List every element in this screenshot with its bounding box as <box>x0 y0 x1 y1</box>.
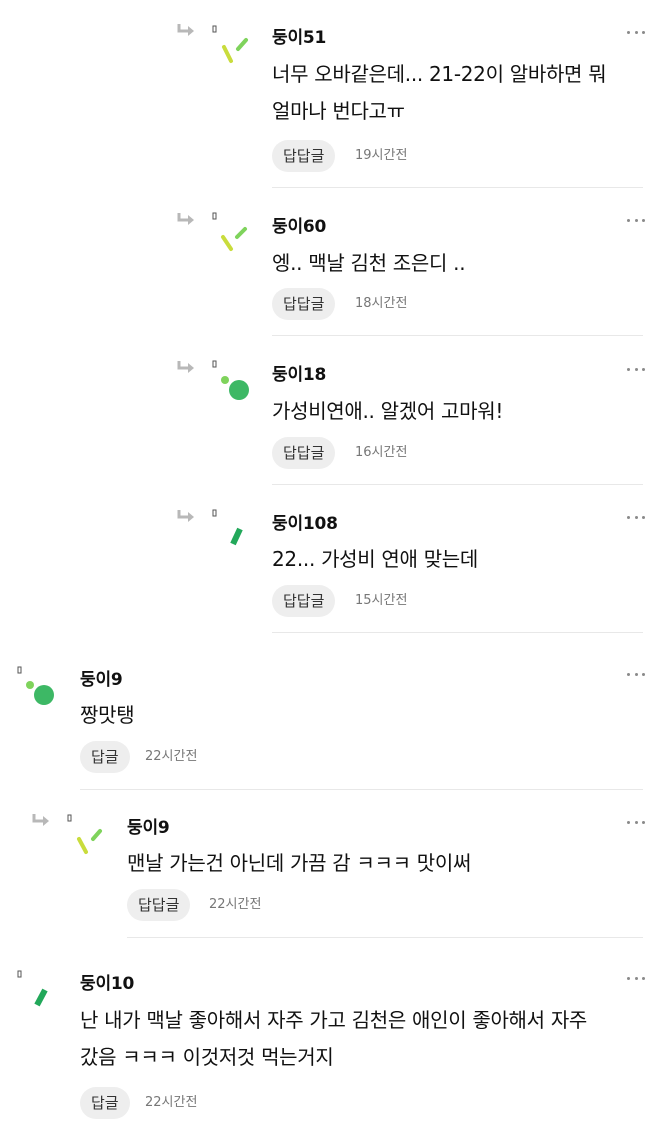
more-options-icon[interactable] <box>627 365 645 373</box>
timestamp: 16시간전 <box>355 445 408 460</box>
comment-text: 맨날 가는건 아닌데 가끔 감 ㅋㅋㅋ 맛이써 <box>127 851 472 875</box>
commenter-name[interactable]: 둥이18 <box>272 360 326 385</box>
more-options-icon[interactable] <box>627 216 645 224</box>
more-options-icon[interactable] <box>627 818 645 826</box>
reply-button[interactable]: 답답글 <box>272 437 336 469</box>
commenter-name[interactable]: 둥이60 <box>272 212 326 237</box>
divider <box>127 937 643 938</box>
timestamp: 22시간전 <box>145 1095 198 1110</box>
reply-arrow-icon <box>177 361 194 373</box>
comment-text: 난 내가 맥날 좋아해서 자주 가고 김천은 애인이 좋아해서 자주 갔음 ㅋㅋ… <box>80 1008 588 1069</box>
commenter-name[interactable]: 둥이9 <box>80 665 123 690</box>
lime-sticks-icon <box>212 25 248 63</box>
reply-arrow-icon <box>177 510 194 522</box>
timestamp: 19시간전 <box>355 148 408 163</box>
divider <box>272 632 643 633</box>
timestamp: 18시간전 <box>355 296 408 311</box>
commenter-name[interactable]: 둥이108 <box>272 509 338 534</box>
reply-arrow-icon <box>32 814 49 826</box>
reply-button[interactable]: 답글 <box>80 741 130 773</box>
divider <box>80 789 643 790</box>
comment-text: 22... 가성비 연애 맞는데 <box>272 547 478 571</box>
divider <box>272 335 643 336</box>
more-options-icon[interactable] <box>627 974 645 982</box>
reply-arrow-icon <box>177 213 194 225</box>
lime-sticks-icon <box>67 814 102 854</box>
timestamp: 22시간전 <box>209 897 262 912</box>
more-options-icon[interactable] <box>627 513 645 521</box>
reply-button[interactable]: 답답글 <box>272 288 336 320</box>
reply-arrow-icon <box>177 24 194 36</box>
commenter-name[interactable]: 둥이51 <box>272 23 326 48</box>
divider <box>272 187 643 188</box>
green-dots-icon <box>212 360 249 400</box>
green-stick-icon <box>17 970 48 1007</box>
more-options-icon[interactable] <box>627 28 645 36</box>
reply-button[interactable]: 답글 <box>80 1087 130 1119</box>
green-stick-icon <box>212 509 243 546</box>
comment-text: 엥.. 맥날 김천 조은디 .. <box>272 251 466 275</box>
timestamp: 15시간전 <box>355 593 408 608</box>
timestamp: 22시간전 <box>145 749 198 764</box>
reply-button[interactable]: 답답글 <box>272 140 336 172</box>
lime-sticks-icon <box>212 212 247 251</box>
green-dots-icon <box>17 666 54 705</box>
comment-text: 너무 오바같은데... 21-22이 알바하면 뭐 얼마나 번다고ㅠ <box>272 62 607 123</box>
commenter-name[interactable]: 둥이10 <box>80 969 134 994</box>
commenter-name[interactable]: 둥이9 <box>127 813 170 838</box>
comment-text: 가성비연애.. 알겠어 고마워! <box>272 399 504 423</box>
reply-button[interactable]: 답답글 <box>127 889 191 921</box>
comment-text: 짱맛탱 <box>80 703 135 727</box>
reply-button[interactable]: 답답글 <box>272 585 336 617</box>
more-options-icon[interactable] <box>627 670 645 678</box>
divider <box>272 484 643 485</box>
